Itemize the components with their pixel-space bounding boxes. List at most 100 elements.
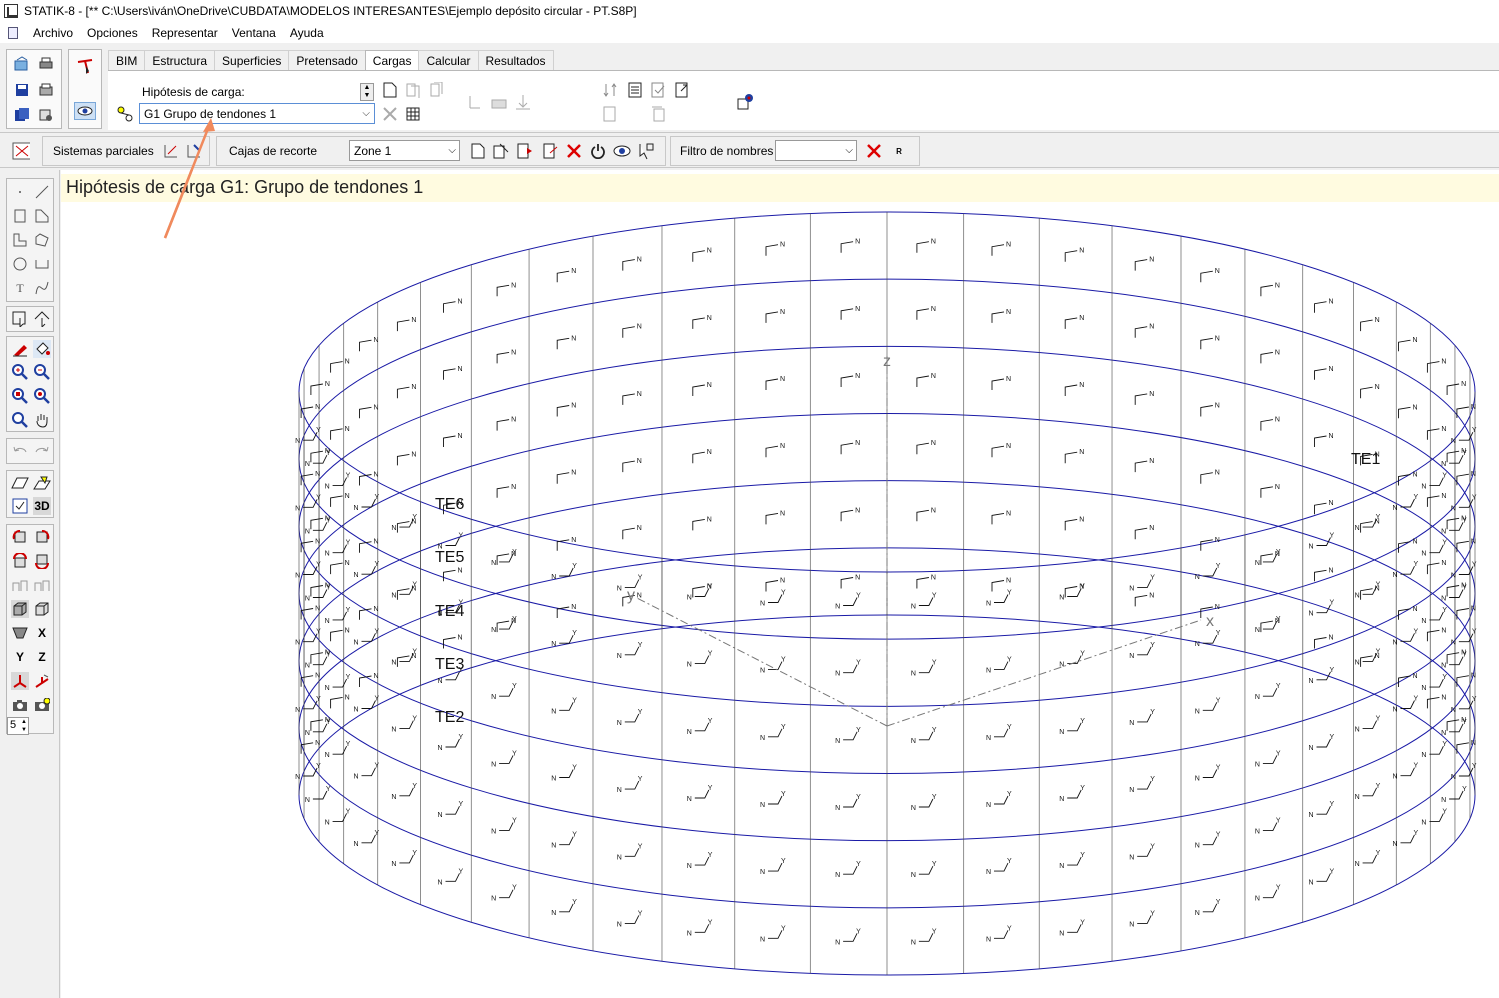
tendon-label-te2[interactable]: TE2 — [435, 709, 464, 726]
tendon-label-te5[interactable]: TE5 — [435, 549, 464, 566]
view-y-button[interactable]: Y — [11, 648, 29, 666]
tendon-label-te4[interactable]: TE4 — [435, 603, 464, 620]
select-crossing-icon[interactable] — [33, 310, 51, 328]
freeform-tool-icon[interactable] — [33, 231, 51, 249]
partial-system-add-icon[interactable] — [162, 142, 180, 160]
load-axis-icon[interactable] — [466, 93, 484, 111]
zoom-out-icon[interactable] — [33, 363, 51, 381]
model-drawing[interactable]: NYNYNYNYNYNYNYNYNYNYNYNYNYNYNYNYNYNYNYNY… — [61, 170, 1499, 998]
curve-tool-icon[interactable] — [33, 279, 51, 297]
menu-archivo[interactable]: Archivo — [26, 26, 80, 40]
plane-highlight-icon[interactable] — [33, 474, 51, 492]
regex-filter-button[interactable]: R — [890, 142, 908, 160]
tendon-label-te6[interactable]: TE6 — [435, 496, 464, 513]
zoom-previous-icon[interactable] — [33, 387, 51, 405]
point-load-icon[interactable] — [514, 93, 532, 111]
name-filter-select[interactable]: ⌵ — [775, 140, 857, 161]
menu-representar[interactable]: Representar — [145, 26, 225, 40]
rotate-up-icon[interactable] — [11, 552, 29, 570]
clip-box-visibility-icon[interactable] — [613, 142, 631, 160]
clip-box-play-icon[interactable] — [516, 142, 534, 160]
delete-load-case-icon[interactable] — [381, 105, 399, 123]
undo-icon[interactable] — [11, 442, 29, 460]
tendon-label-te1[interactable]: TE1 — [1351, 451, 1380, 468]
point-tool-icon[interactable] — [11, 183, 29, 201]
new-load-case-icon[interactable] — [381, 81, 399, 99]
tab-bim[interactable]: BIM — [108, 50, 146, 70]
rectangle-tool-icon[interactable] — [11, 207, 29, 225]
3d-view-button[interactable]: 3D — [33, 497, 51, 515]
rotate-right-icon[interactable] — [33, 528, 51, 546]
print-preview-icon[interactable] — [37, 81, 55, 99]
document-icon[interactable] — [8, 26, 18, 39]
clip-box-select-icon[interactable] — [637, 142, 655, 160]
zone-select[interactable]: Zone 1 ⌵ — [349, 140, 460, 161]
paint-bucket-icon[interactable] — [33, 340, 51, 358]
sort-loads-icon[interactable] — [602, 81, 620, 99]
check-loads-icon[interactable] — [650, 81, 668, 99]
distributed-load-icon[interactable] — [490, 93, 508, 111]
copy-load-case-icon[interactable] — [404, 81, 422, 99]
polygon-tool-icon[interactable] — [33, 207, 51, 225]
wireframe-cube-icon[interactable] — [33, 600, 51, 618]
save-as-icon[interactable] — [13, 106, 31, 124]
rotate-down-icon[interactable] — [33, 552, 51, 570]
shaded-cube-icon[interactable] — [11, 600, 29, 618]
redo-icon[interactable] — [33, 442, 51, 460]
circle-tool-icon[interactable] — [11, 255, 29, 273]
perspective-view-icon[interactable] — [11, 624, 29, 642]
l-shape-tool-icon[interactable] — [11, 231, 29, 249]
view-z-button[interactable]: Z — [33, 648, 51, 666]
model-viewport[interactable]: Hipótesis de carga G1: Grupo de tendones… — [61, 170, 1499, 998]
load-visibility-icon[interactable] — [736, 93, 754, 111]
load-case-group-icon[interactable] — [116, 105, 134, 123]
global-axes-icon[interactable] — [11, 672, 29, 690]
tab-resultados[interactable]: Resultados — [477, 50, 554, 70]
menu-ventana[interactable]: Ventana — [225, 26, 283, 40]
zoom-in-icon[interactable] — [11, 363, 29, 381]
check-window-icon[interactable] — [11, 497, 29, 515]
tab-superficies[interactable]: Superficies — [214, 50, 290, 70]
delete-clip-box-icon[interactable] — [565, 142, 583, 160]
local-axes-icon[interactable] — [33, 672, 51, 690]
tab-calcular[interactable]: Calcular — [418, 50, 479, 70]
line-tool-icon[interactable] — [33, 183, 51, 201]
text-tool-icon[interactable]: T — [11, 279, 29, 297]
duplicate-load-case-icon[interactable] — [428, 81, 446, 99]
view-x-button[interactable]: X — [33, 624, 51, 642]
rotate-left-icon[interactable] — [11, 528, 29, 546]
clip-box-export-icon[interactable] — [542, 142, 560, 160]
plane-view-icon[interactable] — [11, 474, 29, 492]
eraser-icon[interactable] — [11, 340, 29, 358]
menu-opciones[interactable]: Opciones — [80, 26, 145, 40]
load-table-icon[interactable] — [404, 105, 422, 123]
edit-load-icon[interactable] — [602, 105, 620, 123]
load-case-spinner[interactable]: ▲ ▼ — [360, 83, 374, 101]
camera-settings-icon[interactable] — [33, 696, 51, 714]
copy-loads-icon[interactable] — [650, 105, 668, 123]
view-preset-b-icon[interactable] — [33, 576, 51, 594]
save-icon[interactable] — [13, 81, 31, 99]
menu-ayuda[interactable]: Ayuda — [283, 26, 331, 40]
tendon-label-te3[interactable]: TE3 — [435, 656, 464, 673]
open-icon[interactable] — [13, 55, 31, 73]
partial-system-view-icon[interactable] — [185, 142, 203, 160]
pan-hand-icon[interactable] — [33, 411, 51, 429]
power-icon[interactable] — [589, 142, 607, 160]
camera-icon[interactable] — [11, 696, 29, 714]
load-report-icon[interactable] — [626, 81, 644, 99]
new-clip-box-icon[interactable] — [469, 142, 487, 160]
zoom-extents-icon[interactable] — [11, 411, 29, 429]
size-stepper[interactable]: 5 ▲ ▼ — [7, 717, 29, 735]
dimension-tool-icon[interactable] — [33, 255, 51, 273]
view-preset-a-icon[interactable] — [11, 576, 29, 594]
tab-pretensado[interactable]: Pretensado — [288, 50, 366, 70]
partial-systems-toggle-icon[interactable] — [12, 142, 30, 160]
import-loads-icon[interactable] — [674, 81, 692, 99]
select-pointer-icon[interactable] — [76, 58, 94, 76]
zoom-window-icon[interactable] — [11, 387, 29, 405]
load-case-select[interactable]: G1 Grupo de tendones 1 ⌵ — [139, 103, 375, 124]
print-icon[interactable] — [37, 55, 55, 73]
export-icon[interactable] — [37, 106, 55, 124]
tab-estructura[interactable]: Estructura — [144, 50, 216, 70]
